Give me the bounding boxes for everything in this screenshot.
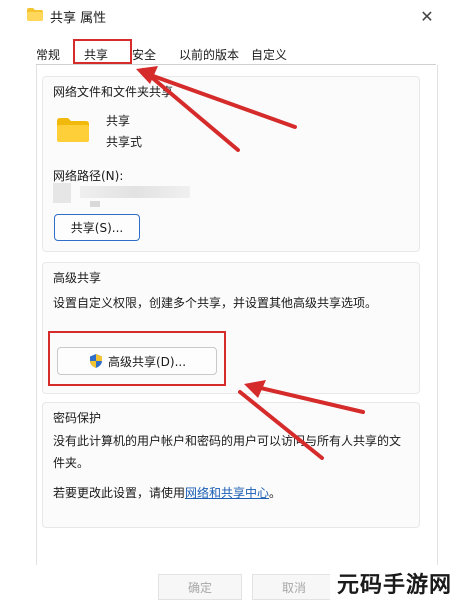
folder-icon — [27, 8, 43, 21]
tab-customize[interactable]: 自定义 — [251, 46, 287, 63]
folder-share-state: 共享式 — [106, 135, 143, 149]
advanced-sharing-title: 高级共享 — [53, 271, 102, 285]
network-path-blur — [90, 201, 100, 207]
password-protection-section: 密码保护 — [42, 402, 420, 528]
network-path-blur — [80, 186, 190, 198]
tab-security[interactable]: 安全 — [132, 46, 156, 63]
network-sharing-center-link[interactable]: 网络和共享中心 — [185, 486, 269, 500]
folder-icon — [57, 118, 89, 142]
password-description-line2: 件夹。 — [53, 456, 90, 470]
cancel-button[interactable]: 取消 — [252, 574, 336, 600]
sharing-tab-highlight — [73, 39, 132, 64]
watermark-logo: 元码手游网 — [330, 566, 459, 600]
folder-name: 共享 — [106, 114, 131, 128]
password-change-text: 若要更改此设置，请使用网络和共享中心。 — [53, 482, 281, 504]
change-suffix: 。 — [269, 486, 282, 500]
ok-button[interactable]: 确定 — [158, 574, 242, 600]
tab-general[interactable]: 常规 — [36, 46, 60, 63]
window-title: 共享 属性 — [50, 11, 107, 26]
advanced-button-highlight — [48, 331, 226, 386]
share-button[interactable]: 共享(S)... — [54, 214, 140, 241]
change-prefix: 若要更改此设置，请使用 — [53, 486, 186, 500]
password-description-line1: 没有此计算机的用户帐户和密码的用户可以访问与所有人共享的文 — [53, 434, 402, 448]
password-protection-title: 密码保护 — [53, 411, 102, 425]
network-path-blur — [53, 183, 71, 203]
network-sharing-title: 网络文件和文件夹共享 — [53, 85, 174, 99]
title-bar: 共享 属性 ✕ — [0, 0, 459, 32]
advanced-sharing-description: 设置自定义权限，创建多个共享，并设置其他高级共享选项。 — [53, 296, 378, 310]
close-button[interactable]: ✕ — [410, 2, 444, 30]
close-icon: ✕ — [420, 6, 434, 26]
network-path-label: 网络路径(N): — [53, 169, 124, 183]
tab-previous-versions[interactable]: 以前的版本 — [179, 46, 239, 63]
